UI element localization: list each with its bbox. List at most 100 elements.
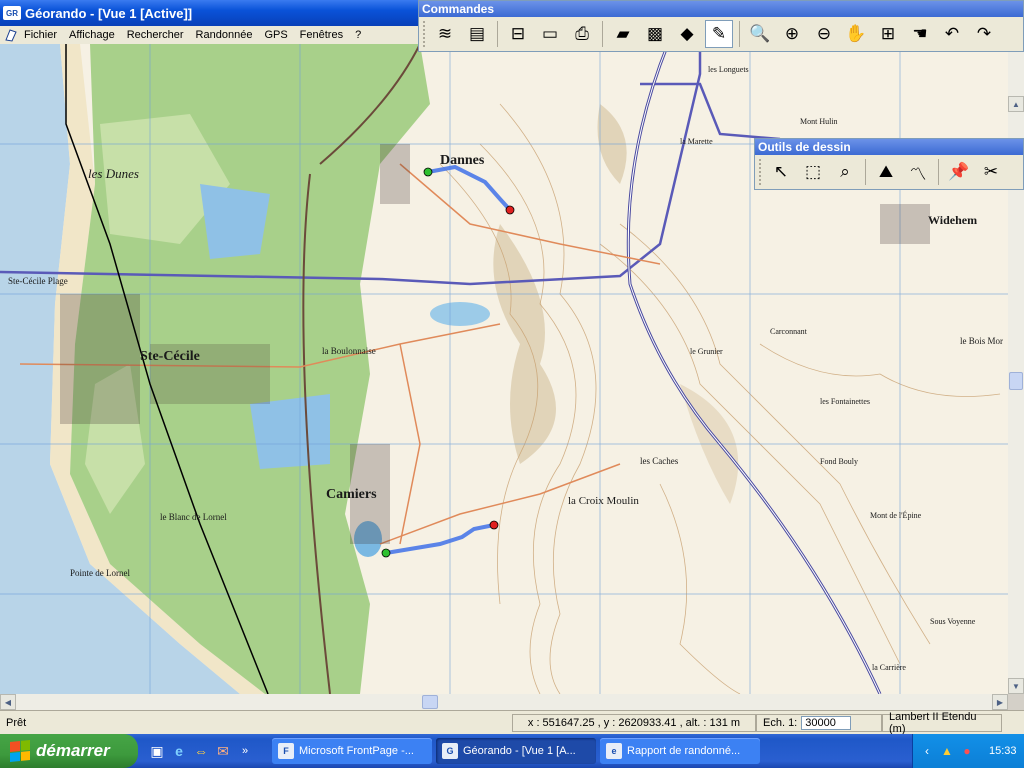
menu-fenetres[interactable]: Fenêtres: [300, 29, 343, 41]
map-label: Camiers: [326, 487, 377, 502]
show-desktop-icon[interactable]: ▣: [148, 742, 166, 760]
outils-dessin-title[interactable]: Outils de dessin: [755, 139, 1023, 155]
route-draw-icon[interactable]: 〽: [904, 158, 932, 186]
start-label: démarrer: [36, 741, 110, 760]
tile-icon[interactable]: ▩: [641, 20, 669, 48]
layers-icon[interactable]: ≋: [431, 20, 459, 48]
route-start-marker: [381, 548, 391, 558]
zoom-window-icon[interactable]: ⊞: [874, 20, 902, 48]
taskbar-button[interactable]: e Rapport de randonné...: [600, 738, 760, 764]
tray-expand-icon[interactable]: ‹: [919, 743, 935, 759]
map-label: Mont de l'Épine: [870, 510, 922, 520]
horizontal-scroll-thumb[interactable]: [422, 695, 438, 709]
map-label: le Blanc de Lornel: [160, 512, 227, 522]
toolbar-grip[interactable]: [759, 159, 763, 185]
mail-icon[interactable]: ✉: [214, 742, 232, 760]
status-bar: Prêt x : 551647.25 , y : 2620933.41 , al…: [0, 710, 1024, 735]
map-label: Mont Hulin: [800, 117, 838, 126]
status-coordinates: x : 551647.25 , y : 2620933.41 , alt. : …: [512, 713, 756, 732]
scale-label: Ech. 1:: [763, 716, 798, 729]
map-label: le Bois Mor: [960, 336, 1003, 346]
print-icon[interactable]: ⎙: [568, 20, 596, 48]
menu-help[interactable]: ?: [355, 29, 361, 41]
task-label: Microsoft FrontPage -...: [299, 745, 414, 757]
taskbar-button[interactable]: G Géorando - [Vue 1 [A...: [436, 738, 596, 764]
toolbar-separator: [938, 159, 939, 185]
task-app-icon: e: [606, 743, 622, 759]
chevron-more-icon[interactable]: »: [236, 742, 254, 760]
redo-icon[interactable]: ↷: [970, 20, 998, 48]
vertical-scroll-thumb[interactable]: [1009, 372, 1023, 390]
tray-alert-icon[interactable]: ▲: [939, 743, 955, 759]
window-title: Géorando - [Vue 1 [Active]]: [25, 5, 193, 21]
app-icon: GR: [3, 6, 21, 20]
toolbar-separator: [739, 21, 740, 47]
hand-pan-icon[interactable]: ✋: [842, 20, 870, 48]
zoom-in-icon[interactable]: ⊕: [778, 20, 806, 48]
ruler-icon[interactable]: ▭: [536, 20, 564, 48]
document-icon[interactable]: [4, 28, 18, 42]
zoom-select-icon[interactable]: ⌕: [831, 158, 859, 186]
task-app-icon: G: [442, 743, 458, 759]
outils-dessin-toolbar: Outils de dessin ↖ ⬚ ⌕ ⛰ 〽 📌 ✂: [754, 138, 1024, 190]
pencil-icon[interactable]: ✎: [705, 20, 733, 48]
task-app-icon: F: [278, 743, 294, 759]
quick-launch: ▣ e ⇔ ✉ »: [148, 742, 254, 760]
undo-icon[interactable]: ↶: [938, 20, 966, 48]
taskbar-button[interactable]: F Microsoft FrontPage -...: [272, 738, 432, 764]
status-scale: Ech. 1: 30000: [756, 713, 882, 732]
commandes-toolbar: Commandes ≋ ▤ ⊟ ▭ ⎙ ▰ ▩ ◆ ✎ 🔍 ⊕ ⊖ ✋ ⊞ ☚ ↶ ↷: [418, 0, 1024, 52]
rect-select-icon[interactable]: ⬚: [799, 158, 827, 186]
scissors-icon[interactable]: ✂: [977, 158, 1005, 186]
export-map-icon[interactable]: ▰: [609, 20, 637, 48]
pin-icon[interactable]: 📌: [945, 158, 973, 186]
horizontal-scrollbar[interactable]: ◀ ▶: [0, 694, 1008, 710]
map-label: la Marette: [680, 137, 713, 146]
map-label: la Boulonnaise: [322, 346, 376, 356]
toolbar-grip[interactable]: [423, 21, 427, 47]
app-quicklaunch-icon[interactable]: ⇔: [192, 742, 210, 760]
tray-security-icon[interactable]: ●: [959, 743, 975, 759]
scroll-right-button[interactable]: ▶: [992, 694, 1008, 710]
menu-fichier[interactable]: Fichier: [24, 29, 57, 41]
menu-rechercher[interactable]: Rechercher: [127, 29, 184, 41]
globe-zoom-icon[interactable]: 🔍: [746, 20, 774, 48]
scale-icon[interactable]: ⊟: [504, 20, 532, 48]
commandes-title[interactable]: Commandes: [419, 1, 1023, 17]
ie-icon[interactable]: e: [170, 742, 188, 760]
map-label: Pointe de Lornel: [70, 568, 130, 578]
clock: 15:33: [989, 745, 1017, 757]
legend-icon[interactable]: ▤: [463, 20, 491, 48]
map-label: Fond Bouly: [820, 457, 858, 466]
map-label: les Longuets: [708, 65, 749, 74]
map-label: Ste-Cécile Plage: [8, 276, 68, 286]
scale-input[interactable]: 30000: [801, 715, 852, 730]
grab-icon[interactable]: ☚: [906, 20, 934, 48]
zoom-out-icon[interactable]: ⊖: [810, 20, 838, 48]
route-start-marker: [423, 167, 433, 177]
task-label: Rapport de randonné...: [627, 745, 741, 757]
toolbar-separator: [602, 21, 603, 47]
map-label: les Dunes: [88, 166, 139, 181]
route-end-marker: [489, 520, 499, 530]
arrow-select-icon[interactable]: ↖: [767, 158, 795, 186]
sign-icon[interactable]: ◆: [673, 20, 701, 48]
map-label: le Grunier: [690, 347, 723, 356]
menu-affichage[interactable]: Affichage: [69, 29, 115, 41]
map-label: les Fontainettes: [820, 397, 870, 406]
scroll-left-button[interactable]: ◀: [0, 694, 16, 710]
toolbar-separator: [497, 21, 498, 47]
task-label: Géorando - [Vue 1 [A...: [463, 745, 576, 757]
map-label: les Caches: [640, 456, 679, 466]
scroll-down-button[interactable]: ▼: [1008, 678, 1024, 694]
route-end-marker: [505, 205, 515, 215]
map-label: la Croix Moulin: [568, 495, 639, 507]
start-button[interactable]: démarrer: [0, 734, 138, 768]
toolbar-separator: [865, 159, 866, 185]
scroll-corner: [1008, 694, 1024, 710]
map-label: Sous Voyenne: [930, 617, 976, 626]
menu-randonnee[interactable]: Randonnée: [196, 29, 253, 41]
profile-icon[interactable]: ⛰: [872, 158, 900, 186]
menu-gps[interactable]: GPS: [264, 29, 287, 41]
scroll-up-button[interactable]: ▲: [1008, 96, 1024, 112]
